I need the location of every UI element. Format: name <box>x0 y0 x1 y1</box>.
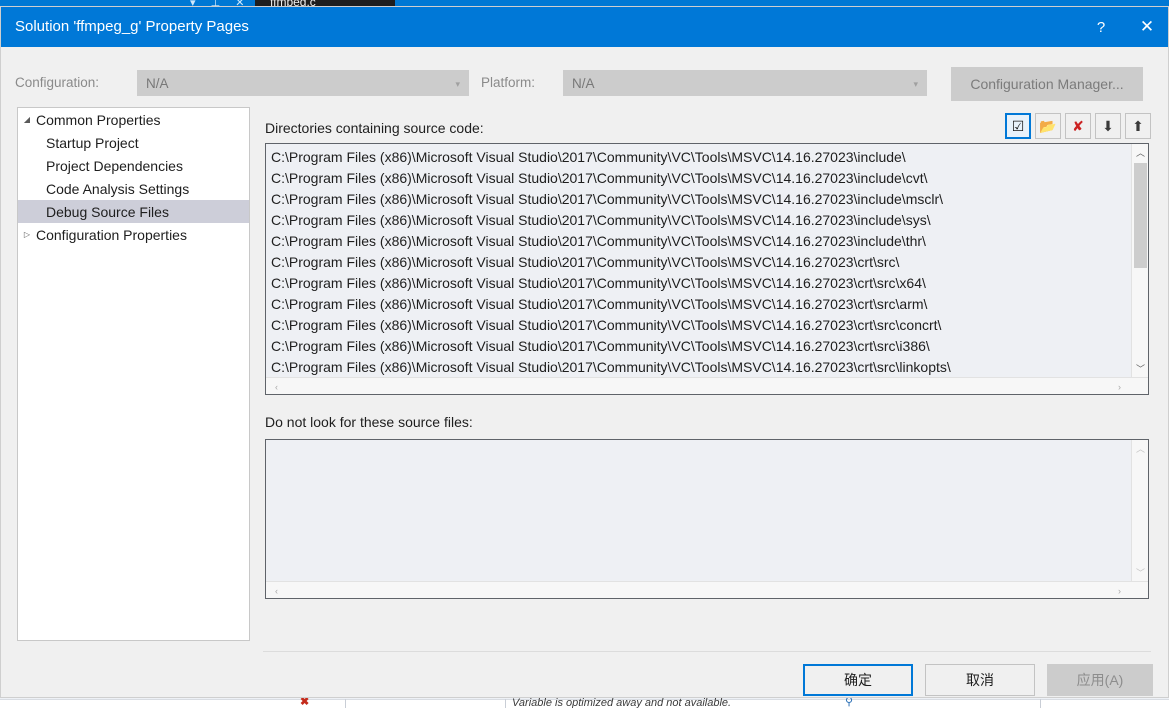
directories-horizontal-scrollbar[interactable]: ‹ › <box>266 377 1148 394</box>
tree-item-startup-project[interactable]: Startup Project <box>18 131 249 154</box>
list-item[interactable]: C:\Program Files (x86)\Microsoft Visual … <box>271 294 1112 315</box>
scroll-down-icon[interactable]: ﹀ <box>1132 564 1148 581</box>
column-separator <box>1040 699 1041 708</box>
move-up-icon: ⬆ <box>1132 118 1144 134</box>
scroll-down-icon[interactable]: ﹀ <box>1132 360 1148 377</box>
directories-rows: C:\Program Files (x86)\Microsoft Visual … <box>266 144 1112 394</box>
delete-button[interactable]: ✘ <box>1065 113 1091 139</box>
list-item[interactable]: C:\Program Files (x86)\Microsoft Visual … <box>271 315 1112 336</box>
list-item[interactable]: C:\Program Files (x86)\Microsoft Visual … <box>271 336 1112 357</box>
column-separator <box>345 699 346 708</box>
tree-item-configuration-properties[interactable]: ▷ Configuration Properties <box>18 223 249 246</box>
apply-button: 应用(A) <box>1047 664 1153 696</box>
chevron-down-icon: ▾ <box>455 79 460 89</box>
tree-item-code-analysis-settings[interactable]: Code Analysis Settings <box>18 177 249 200</box>
scroll-up-icon[interactable]: ︿ <box>1132 440 1148 457</box>
error-icon: ✖ <box>300 696 310 708</box>
move-down-icon: ⬇ <box>1102 118 1114 134</box>
platform-value: N/A <box>572 76 595 91</box>
platform-combo[interactable]: N/A ▾ <box>563 70 927 96</box>
cancel-button[interactable]: 取消 <box>925 664 1035 696</box>
tree-item-project-dependencies[interactable]: Project Dependencies <box>18 154 249 177</box>
exclusions-listbox[interactable]: ︿ ﹀ ‹ › <box>265 439 1149 599</box>
exclusions-vertical-scrollbar[interactable]: ︿ ﹀ <box>1131 440 1148 581</box>
tree-item-label: Code Analysis Settings <box>46 180 190 197</box>
tree-item-label: Common Properties <box>36 111 161 128</box>
property-pages-tree[interactable]: ◢ Common Properties Startup Project Project… <box>17 107 250 641</box>
list-toolbar: ☑ 📂 ✘ ⬇ ⬆ <box>1005 113 1151 139</box>
list-item[interactable]: C:\Program Files (x86)\Microsoft Visual … <box>271 168 1112 189</box>
directories-vertical-scrollbar[interactable]: ︿ ﹀ <box>1131 144 1148 377</box>
new-line-icon: ☑ <box>1011 118 1025 134</box>
open-folder-icon: 📂 <box>1039 118 1057 134</box>
configuration-value: N/A <box>146 76 169 91</box>
close-button[interactable]: ✕ <box>1124 7 1168 47</box>
scroll-up-icon[interactable]: ︿ <box>1132 144 1148 161</box>
directories-label: Directories containing source code: <box>265 120 484 136</box>
footer-separator <box>263 651 1151 652</box>
exclusions-horizontal-scrollbar[interactable]: ‹ › <box>266 581 1148 598</box>
tree-item-label: Startup Project <box>46 134 139 151</box>
ok-button[interactable]: 确定 <box>803 664 913 696</box>
tree-item-label: Configuration Properties <box>36 226 187 243</box>
help-button[interactable]: ? <box>1078 7 1124 47</box>
move-down-button[interactable]: ⬇ <box>1095 113 1121 139</box>
new-line-button[interactable]: ☑ <box>1005 113 1031 139</box>
open-folder-button[interactable]: 📂 <box>1035 113 1061 139</box>
dialog-titlebar[interactable]: Solution 'ffmpeg_g' Property Pages ? ✕ <box>1 7 1168 47</box>
tree-item-debug-source-files[interactable]: Debug Source Files <box>18 200 249 223</box>
tree-item-label: Project Dependencies <box>46 157 183 174</box>
list-item[interactable]: C:\Program Files (x86)\Microsoft Visual … <box>271 273 1112 294</box>
scroll-thumb[interactable] <box>1134 163 1147 268</box>
chevron-down-icon: ▾ <box>913 79 918 89</box>
status-message: Variable is optimized away and not avail… <box>512 697 732 708</box>
list-item[interactable]: C:\Program Files (x86)\Microsoft Visual … <box>271 357 1112 378</box>
scroll-left-icon[interactable]: ‹ <box>268 582 285 598</box>
scroll-left-icon[interactable]: ‹ <box>268 378 285 394</box>
collapsed-twisty-icon[interactable]: ▷ <box>18 230 36 239</box>
dialog-title: Solution 'ffmpeg_g' Property Pages <box>15 18 249 35</box>
tree-item-common-properties[interactable]: ◢ Common Properties <box>18 108 249 131</box>
exclusions-label: Do not look for these source files: <box>265 414 473 430</box>
scroll-right-icon[interactable]: › <box>1111 378 1128 394</box>
list-item[interactable]: C:\Program Files (x86)\Microsoft Visual … <box>271 252 1112 273</box>
expanded-twisty-icon[interactable]: ◢ <box>18 115 36 124</box>
scroll-right-icon[interactable]: › <box>1111 582 1128 598</box>
directories-listbox[interactable]: C:\Program Files (x86)\Microsoft Visual … <box>265 143 1149 395</box>
configuration-label: Configuration: <box>15 75 100 90</box>
column-separator <box>505 699 506 708</box>
configuration-combo[interactable]: N/A ▾ <box>137 70 469 96</box>
debug-source-files-page: Directories containing source code: ☑ 📂 ✘ ⬇… <box>263 107 1151 641</box>
tree-item-label: Debug Source Files <box>46 203 169 220</box>
list-item[interactable]: C:\Program Files (x86)\Microsoft Visual … <box>271 189 1112 210</box>
list-item[interactable]: C:\Program Files (x86)\Microsoft Visual … <box>271 147 1112 168</box>
property-pages-dialog: Solution 'ffmpeg_g' Property Pages ? ✕ C… <box>0 6 1169 698</box>
list-item[interactable]: C:\Program Files (x86)\Microsoft Visual … <box>271 231 1112 252</box>
move-up-button[interactable]: ⬆ <box>1125 113 1151 139</box>
list-item[interactable]: C:\Program Files (x86)\Microsoft Visual … <box>271 210 1112 231</box>
platform-label: Platform: <box>481 75 536 90</box>
pin-icon[interactable]: ⚲ <box>845 697 853 708</box>
configuration-manager-button[interactable]: Configuration Manager... <box>951 67 1143 101</box>
exclusions-rows <box>266 440 1112 598</box>
delete-icon: ✘ <box>1072 118 1084 134</box>
